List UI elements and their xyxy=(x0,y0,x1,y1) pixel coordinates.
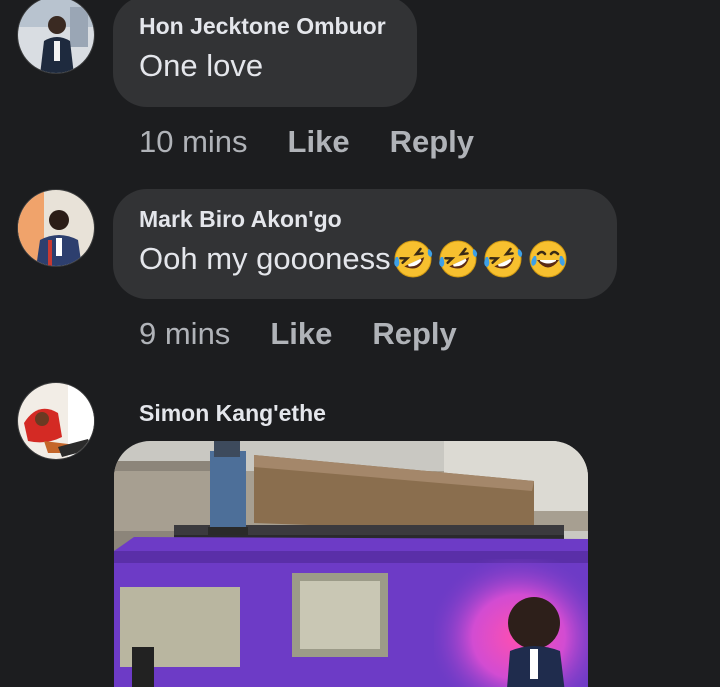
comment-actions: 10 mins Like Reply xyxy=(139,124,514,160)
comments-feed: Hon Jecktone Ombuor One love 10 mins Lik… xyxy=(0,0,720,687)
comment-author[interactable]: Mark Biro Akon'go xyxy=(139,205,591,233)
like-button[interactable]: Like xyxy=(270,316,332,352)
comment-timestamp[interactable]: 10 mins xyxy=(139,124,248,160)
rolling-on-floor-laughing-icon xyxy=(483,240,522,278)
comment-author[interactable]: Simon Kang'ethe xyxy=(139,400,326,427)
comment-photo[interactable] xyxy=(114,441,588,687)
comment-bubble: Hon Jecktone Ombuor One love xyxy=(113,0,417,107)
avatar[interactable] xyxy=(17,382,95,460)
comment-actions: 9 mins Like Reply xyxy=(139,316,497,352)
face-with-tears-of-joy-icon xyxy=(529,240,567,278)
reply-button[interactable]: Reply xyxy=(372,316,456,352)
avatar[interactable] xyxy=(17,189,95,267)
like-button[interactable]: Like xyxy=(288,124,350,160)
comment-text: One love xyxy=(139,48,264,83)
emoji-group xyxy=(393,239,573,279)
comment-timestamp[interactable]: 9 mins xyxy=(139,316,230,352)
comment-author[interactable]: Hon Jecktone Ombuor xyxy=(139,12,391,40)
comment-text-row: Ooh my goooness xyxy=(139,239,591,279)
comment-text: Ooh my goooness xyxy=(139,241,391,276)
rolling-on-floor-laughing-icon xyxy=(438,240,477,278)
avatar[interactable] xyxy=(17,0,95,74)
rolling-on-floor-laughing-icon xyxy=(393,240,432,278)
reply-button[interactable]: Reply xyxy=(390,124,474,160)
comment-bubble: Mark Biro Akon'go Ooh my goooness xyxy=(113,189,617,299)
